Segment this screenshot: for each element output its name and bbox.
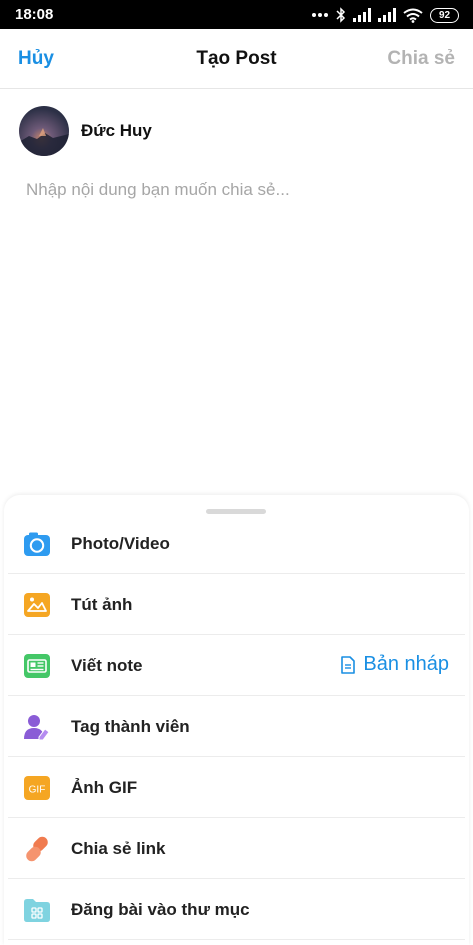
- svg-text:GIF: GIF: [29, 785, 46, 796]
- attachment-menu: Photo/Video Tút ảnh Viết note Bản nháp T…: [4, 513, 469, 940]
- image-edit-icon: [24, 593, 50, 617]
- draft-button[interactable]: Bản nháp: [341, 653, 449, 676]
- post-content-input[interactable]: [26, 180, 446, 200]
- menu-item-label: Tag thành viên: [71, 717, 190, 736]
- bottom-sheet: Photo/Video Tút ảnh Viết note Bản nháp T…: [4, 495, 469, 945]
- status-time: 18:08: [15, 6, 54, 23]
- menu-item-edit-photo[interactable]: Tút ảnh: [8, 574, 465, 635]
- menu-item-gif[interactable]: GIF Ảnh GIF: [8, 757, 465, 818]
- status-bar: 18:08 92: [0, 0, 473, 29]
- battery-level: 92: [438, 9, 451, 21]
- link-icon: [26, 836, 48, 862]
- menu-item-label: Đăng bài vào thư mục: [71, 900, 250, 919]
- avatar-image: [19, 106, 69, 156]
- signal-icon: [353, 8, 371, 22]
- menu-item-label: Viết note: [71, 656, 143, 675]
- user-name: Đức Huy: [81, 121, 152, 140]
- status-icons: 92: [311, 6, 459, 24]
- bluetooth-icon: [336, 7, 346, 23]
- menu-item-label: Ảnh GIF: [71, 778, 138, 797]
- menu-item-post-to-folder[interactable]: Đăng bài vào thư mục: [8, 879, 465, 940]
- menu-item-write-note[interactable]: Viết note Bản nháp: [8, 635, 465, 696]
- battery-indicator: 92: [430, 7, 459, 23]
- menu-item-label: Photo/Video: [71, 534, 170, 553]
- tag-user-icon: [24, 715, 50, 741]
- share-button[interactable]: Chia sẻ: [387, 48, 455, 70]
- draft-label: Bản nháp: [363, 653, 449, 675]
- camera-icon: [24, 532, 50, 556]
- gif-icon: GIF: [24, 776, 50, 800]
- more-dots-icon: [312, 13, 328, 17]
- avatar: [19, 106, 69, 156]
- menu-item-label: Chia sẻ link: [71, 839, 166, 858]
- menu-item-tag-member[interactable]: Tag thành viên: [8, 696, 465, 757]
- document-icon: [341, 655, 356, 674]
- note-icon: [24, 654, 50, 678]
- menu-item-photo-video[interactable]: Photo/Video: [8, 513, 465, 574]
- top-header: Hủy Tạo Post Chia sẻ: [0, 29, 473, 89]
- signal-icon-2: [378, 8, 396, 22]
- menu-item-share-link[interactable]: Chia sẻ link: [8, 818, 465, 879]
- wifi-icon: [403, 8, 423, 23]
- menu-item-label: Tút ảnh: [71, 595, 133, 614]
- folder-icon: [24, 899, 50, 922]
